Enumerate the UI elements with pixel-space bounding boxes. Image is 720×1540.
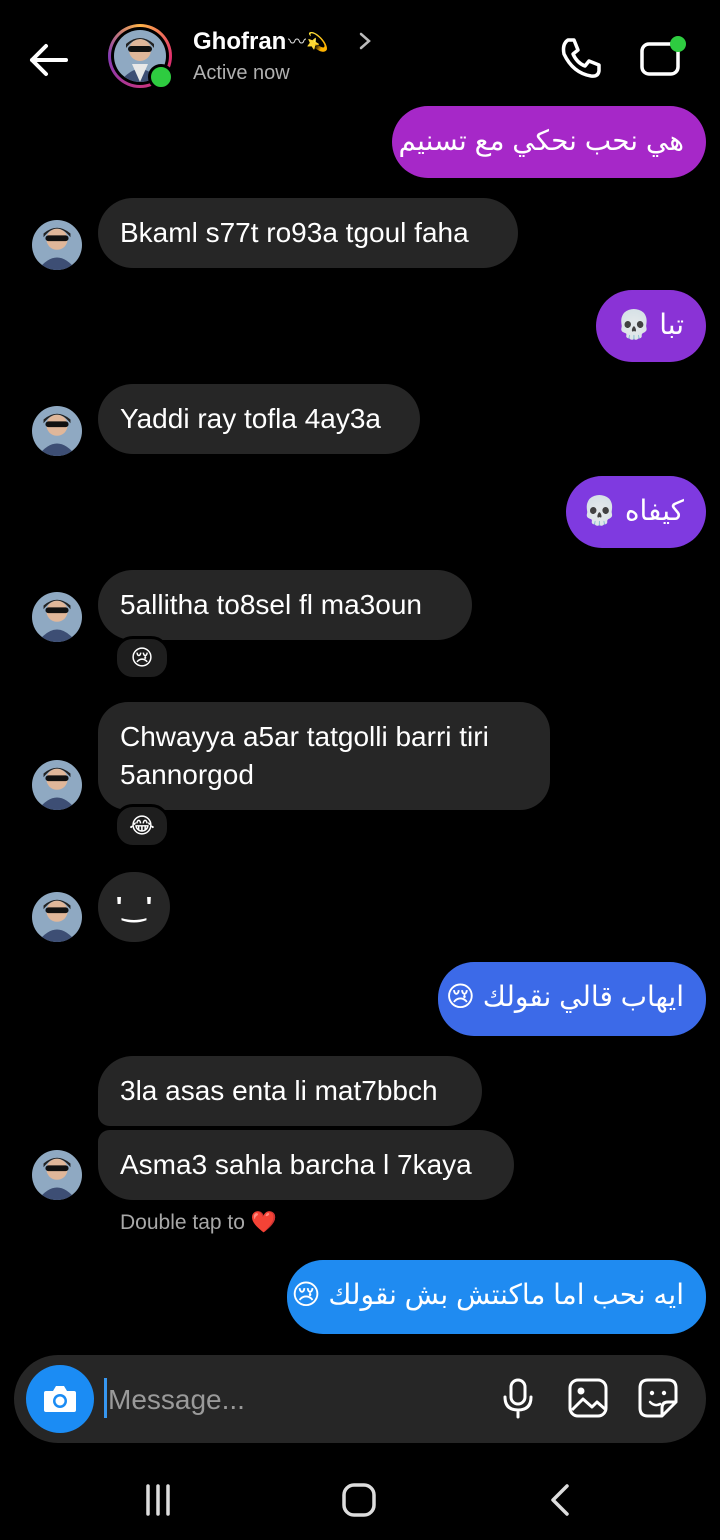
microphone-icon[interactable]	[496, 1376, 540, 1420]
double-tap-hint: Double tap to ❤️	[120, 1211, 277, 1234]
sent-message[interactable]: ايه نحب اما ماكنتش بش نقولك 😢	[287, 1260, 706, 1334]
contact-name-decoration: 〰💫	[288, 32, 329, 52]
received-message[interactable]: '‿'	[98, 872, 170, 942]
message-reaction[interactable]: 😢	[114, 636, 170, 680]
sender-avatar[interactable]	[32, 220, 82, 270]
video-call-icon[interactable]	[638, 34, 690, 82]
active-status: Active now	[193, 62, 290, 84]
message-line: Chwayya a5ar tatgolli barri tiri	[120, 721, 489, 752]
received-message[interactable]: Yaddi ray tofla 4ay3a	[98, 384, 420, 454]
contact-name[interactable]: Ghofran	[193, 28, 286, 56]
home-icon[interactable]	[331, 1472, 387, 1528]
text-cursor	[104, 1378, 107, 1418]
sent-message[interactable]: كيفاه 💀	[566, 476, 706, 548]
message-reaction[interactable]: 😂	[114, 804, 170, 848]
online-status-dot	[148, 64, 174, 90]
received-message[interactable]: Chwayya a5ar tatgolli barri tiri 5annorg…	[98, 702, 550, 810]
phone-call-icon[interactable]	[556, 34, 604, 82]
received-message[interactable]: 5allitha to8sel fl ma3oun	[98, 570, 472, 640]
chevron-right-icon[interactable]	[356, 30, 374, 52]
sender-avatar[interactable]	[32, 760, 82, 810]
back-arrow-icon[interactable]	[24, 36, 72, 84]
sender-avatar[interactable]	[32, 592, 82, 642]
received-message[interactable]: Asma3 sahla barcha l 7kaya	[98, 1130, 514, 1200]
sticker-icon[interactable]	[636, 1376, 680, 1420]
sent-message[interactable]: هي نحب نحكي مع تسنيم	[392, 106, 706, 178]
received-message[interactable]: Bkaml s77t ro93a tgoul faha	[98, 198, 518, 268]
camera-icon	[44, 1386, 76, 1412]
sender-avatar[interactable]	[32, 1150, 82, 1200]
received-message[interactable]: 3la asas enta li mat7bbch	[98, 1056, 482, 1126]
nav-back-icon[interactable]	[533, 1472, 589, 1528]
sent-message[interactable]: ايهاب قالي نقولك 😢	[438, 962, 706, 1036]
recent-apps-icon[interactable]	[130, 1472, 186, 1528]
message-input[interactable]	[108, 1378, 488, 1422]
camera-button[interactable]	[26, 1365, 94, 1433]
sent-message[interactable]: تبا 💀	[596, 290, 706, 362]
sender-avatar[interactable]	[32, 406, 82, 456]
message-line: 5annorgod	[120, 759, 254, 790]
gallery-icon[interactable]	[566, 1376, 610, 1420]
sender-avatar[interactable]	[32, 892, 82, 942]
